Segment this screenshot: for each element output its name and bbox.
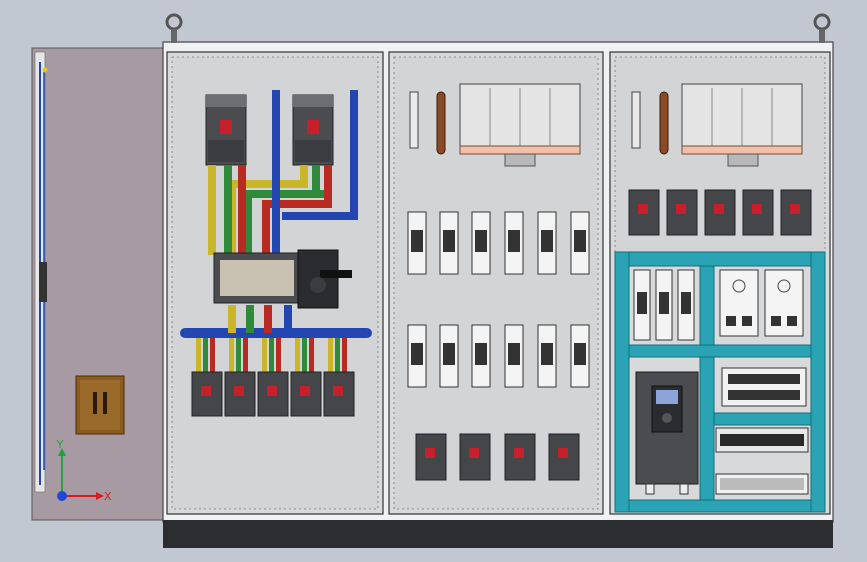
section-feeder-breakers[interactable] — [388, 51, 604, 515]
feeder-breaker-3[interactable] — [504, 433, 536, 481]
feeder-breaker-2[interactable] — [459, 433, 491, 481]
fuse-holder-r2-6[interactable] — [570, 324, 590, 388]
fuse-holder-r1-4[interactable] — [504, 211, 524, 275]
transfer-switch[interactable] — [213, 249, 352, 309]
plc-module[interactable] — [721, 367, 807, 407]
control-breaker-2[interactable] — [666, 189, 698, 236]
terminal-strip — [409, 91, 419, 149]
section-control-vfd[interactable] — [609, 51, 831, 515]
feeder-breaker-1[interactable] — [415, 433, 447, 481]
fuse-holder-r1-1[interactable] — [407, 211, 427, 275]
cabinet-base — [163, 520, 833, 548]
control-breaker-5[interactable] — [780, 189, 812, 236]
relay-terminal-row[interactable] — [715, 427, 809, 453]
control-fuse-3[interactable] — [677, 269, 695, 341]
control-breaker-1[interactable] — [628, 189, 660, 236]
branch-breaker-4[interactable] — [290, 371, 322, 417]
fuse-holder-r1-5[interactable] — [537, 211, 557, 275]
power-supply-2[interactable] — [764, 269, 804, 337]
triad-y-label: Y — [56, 438, 64, 451]
fuse-holder-r2-5[interactable] — [537, 324, 557, 388]
branch-breaker-5[interactable] — [323, 371, 355, 417]
fuse-holder-r1-2[interactable] — [439, 211, 459, 275]
main-breaker-2[interactable] — [292, 94, 334, 166]
main-breaker-1[interactable] — [205, 94, 247, 166]
feeder-breaker-4[interactable] — [548, 433, 580, 481]
branch-breaker-1[interactable] — [191, 371, 223, 417]
terminal-block-row[interactable] — [715, 473, 809, 495]
triad-x-label: X — [104, 490, 112, 503]
copper-ground-bar — [436, 91, 446, 155]
control-fuse-1[interactable] — [633, 269, 651, 341]
branch-breaker-2[interactable] — [224, 371, 256, 417]
fuse-holder-r2-2[interactable] — [439, 324, 459, 388]
section-incoming-distribution[interactable] — [166, 51, 384, 515]
open-cabinet-door[interactable] — [31, 47, 169, 521]
cad-viewport[interactable]: Y X — [0, 0, 867, 562]
copper-ground-bar-2 — [659, 91, 669, 155]
fuse-holder-r1-6[interactable] — [570, 211, 590, 275]
document-pocket — [75, 375, 125, 435]
cable-tray-bracket-2 — [681, 83, 803, 167]
fuse-holder-r2-1[interactable] — [407, 324, 427, 388]
fuse-holder-r2-3[interactable] — [471, 324, 491, 388]
branch-breaker-3[interactable] — [257, 371, 289, 417]
control-breaker-3[interactable] — [704, 189, 736, 236]
control-fuse-2[interactable] — [655, 269, 673, 341]
cable-tray-bracket — [459, 83, 581, 167]
fuse-holder-r1-3[interactable] — [471, 211, 491, 275]
terminal-strip-2 — [631, 91, 641, 149]
control-breaker-4[interactable] — [742, 189, 774, 236]
variable-frequency-drive[interactable] — [635, 371, 699, 495]
power-supply-1[interactable] — [719, 269, 759, 337]
fuse-holder-r2-4[interactable] — [504, 324, 524, 388]
